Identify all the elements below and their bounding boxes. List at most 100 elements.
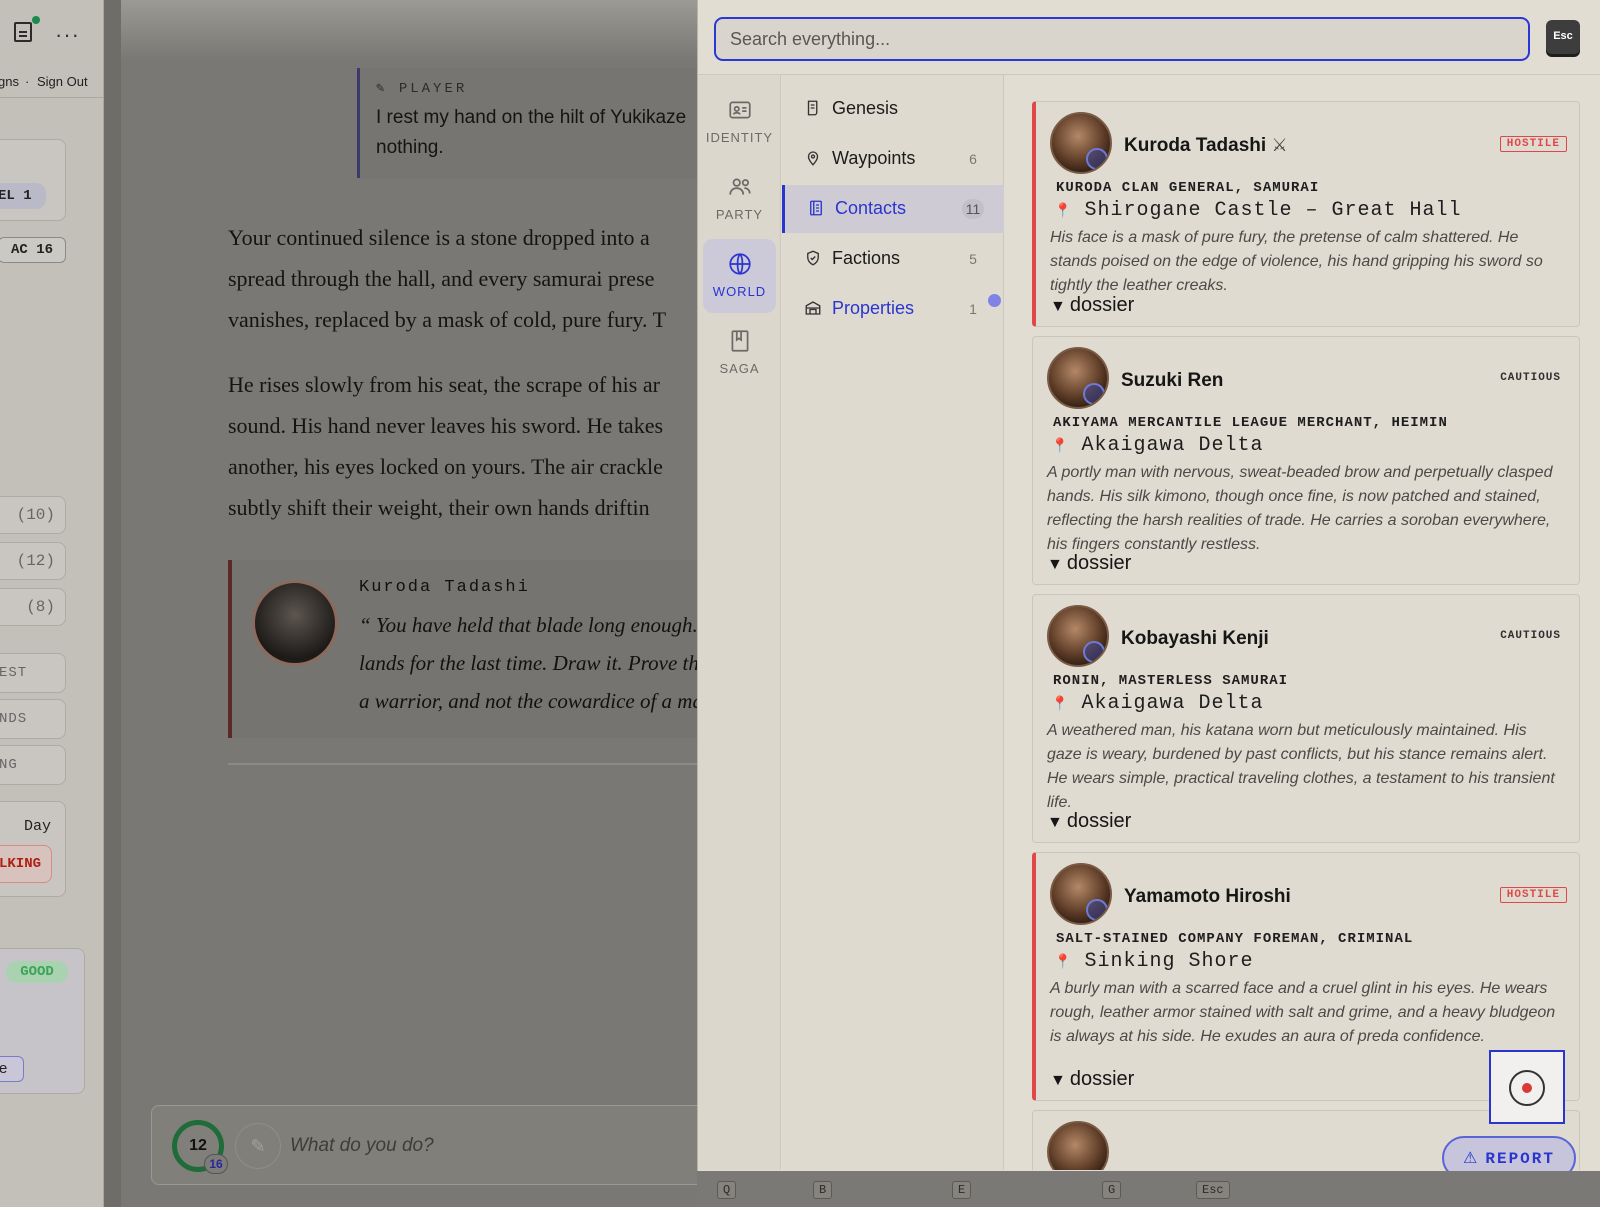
story-line: sound. His hand never leaves his sword. … [228, 413, 664, 438]
location-pin-icon: 📍 [1054, 204, 1073, 220]
subnav-item-waypoints[interactable]: Waypoints 6 [782, 135, 1004, 183]
time-of-day: Day [24, 818, 52, 835]
crossed-swords-icon: ⚔ [1271, 135, 1288, 155]
disposition-badge: CAUTIOUS [1500, 630, 1561, 642]
document-icon[interactable] [14, 22, 32, 42]
dossier-toggle[interactable]: dossier [1047, 552, 1131, 575]
story-divider [228, 763, 708, 765]
contacts-book-icon [810, 200, 822, 216]
story-paragraph: Your continued silence is a stone droppe… [228, 217, 708, 340]
contact-role: SALT-STAINED COMPANY FOREMAN, CRIMINAL [1056, 931, 1414, 947]
armor-class-badge: AC 16 [0, 237, 66, 263]
contact-card[interactable]: Kuroda Tadashi ⚔ HOSTILE KURODA CLAN GEN… [1032, 101, 1580, 327]
contact-name: Yamamoto Hiroshi [1124, 886, 1291, 907]
npc-dialogue: Kuroda Tadashi “ You have held that blad… [228, 560, 708, 738]
contact-avatar[interactable] [1047, 347, 1109, 409]
action-input-bar: 12 16 ✎ [151, 1105, 711, 1185]
contact-name: Kobayashi Kenji [1121, 628, 1269, 649]
subnav-label: Factions [832, 248, 901, 268]
subnav-label: Waypoints [832, 148, 916, 168]
story-paragraph: He rises slowly from his seat, the scrap… [228, 364, 708, 528]
shield-icon [807, 250, 819, 266]
scroll-icon [807, 100, 818, 116]
dossier-toggle[interactable]: dossier [1050, 294, 1134, 317]
reputation-badge: GOOD [6, 961, 68, 983]
contact-card[interactable]: Kobayashi Kenji CAUTIOUS RONIN, MASTERLE… [1032, 594, 1580, 843]
story-line: subtly shift their weight, their own han… [228, 495, 650, 520]
contact-avatar[interactable] [1047, 605, 1109, 667]
dossier-toggle[interactable]: dossier [1047, 810, 1131, 833]
dossier-toggle[interactable]: dossier [1050, 1068, 1134, 1091]
npc-name: Kuroda Tadashi [359, 578, 530, 597]
stat-box[interactable]: (8) [0, 588, 66, 626]
action-input[interactable] [290, 1126, 690, 1166]
scan-button[interactable] [1489, 1050, 1565, 1124]
contact-location: 📍 Akaigawa Delta [1051, 692, 1263, 715]
more-icon[interactable]: ··· [55, 22, 80, 48]
rail-item-party[interactable]: PARTY [703, 162, 776, 236]
rail-label: SAGA [719, 361, 760, 376]
player-text: I rest my hand on the hilt of Yukikaze n… [376, 107, 687, 158]
globe-icon [728, 253, 751, 275]
house-icon [805, 301, 821, 315]
contact-avatar[interactable] [1050, 863, 1112, 925]
shortcut-key: G [1102, 1181, 1122, 1199]
disposition-badge: HOSTILE [1499, 887, 1567, 903]
rail-item-saga[interactable]: SAGA [703, 316, 776, 390]
close-esc-button[interactable]: Esc [1546, 20, 1580, 54]
shortcut-key: B [813, 1181, 833, 1199]
subnav-item-contacts[interactable]: Contacts 11 [782, 185, 1004, 233]
shortcut-key: E [952, 1181, 972, 1199]
subnav-item-properties[interactable]: Properties 1 [782, 285, 1004, 333]
rail-item-world[interactable]: WORLD [703, 239, 776, 313]
contact-location: 📍 Sinking Shore [1054, 950, 1253, 973]
left-sidebar: ··· gns · Sign Out EL 1 AC 16 (10) (12) … [0, 0, 104, 1207]
stat-box[interactable]: (10) [0, 496, 66, 534]
contact-description: A portly man with nervous, sweat-beaded … [1047, 464, 1553, 553]
world-subnav: Genesis Waypoints 6 Contacts 11 Factions… [782, 75, 1004, 1170]
rest-button[interactable]: EST [0, 653, 66, 693]
rail-label: PARTY [715, 207, 764, 222]
report-label: REPORT [1485, 1150, 1555, 1168]
story-line: another, his eyes locked on yours. The a… [228, 454, 663, 479]
location-text: Shirogane Castle – Great Hall [1084, 199, 1462, 222]
campaigns-link[interactable]: gns [0, 74, 19, 89]
search-box [714, 17, 1530, 61]
story-line: He rises slowly from his seat, the scrap… [228, 372, 660, 397]
rail-label: IDENTITY [705, 130, 774, 145]
sign-out-link[interactable]: Sign Out [37, 74, 88, 89]
story-line: vanishes, replaced by a mask of cold, pu… [228, 307, 667, 332]
contact-card[interactable]: Suzuki Ren CAUTIOUS AKIYAMA MERCANTILE L… [1032, 336, 1580, 585]
subnav-label: Genesis [832, 98, 899, 118]
subnav-item-genesis[interactable]: Genesis [782, 85, 1004, 133]
quill-button[interactable]: ✎ [235, 1123, 281, 1169]
map-pin-icon [807, 151, 819, 166]
pen-icon: ✎ [376, 81, 399, 97]
notification-dot [988, 294, 1001, 307]
warning-icon: ⚠ [1463, 1148, 1480, 1167]
npc-avatar[interactable] [252, 580, 338, 666]
search-input[interactable] [716, 19, 1528, 59]
sidebar-tag[interactable]: e [0, 1056, 24, 1082]
subnav-count: 6 [969, 151, 977, 167]
contact-description: A weathered man, his katana worn but met… [1047, 722, 1555, 811]
action-button[interactable]: NG [0, 745, 66, 785]
stat-box[interactable]: (12) [0, 542, 66, 580]
rail-item-identity[interactable]: IDENTITY [703, 85, 776, 159]
users-icon [728, 178, 751, 195]
subnav-label: Properties [832, 298, 915, 318]
subnav-label: Contacts [835, 198, 907, 218]
location-pin-icon: 📍 [1051, 439, 1070, 455]
contact-role: KURODA CLAN GENERAL, SAMURAI [1056, 180, 1320, 196]
contact-avatar[interactable] [1047, 1121, 1109, 1170]
contact-description: His face is a mask of pure fury, the pre… [1050, 229, 1543, 294]
subnav-item-factions[interactable]: Factions 5 [782, 235, 1004, 283]
contact-location: 📍 Shirogane Castle – Great Hall [1054, 199, 1462, 222]
action-button[interactable]: NDS [0, 699, 66, 739]
disposition-badge: CAUTIOUS [1500, 372, 1561, 384]
avatar-status-icon [1083, 383, 1105, 405]
contact-role: RONIN, MASTERLESS SAMURAI [1053, 673, 1289, 689]
search-panel: Esc IDENTITY PARTY WORLD SAGA Genesis Wa… [697, 0, 1600, 1207]
contact-avatar[interactable] [1050, 112, 1112, 174]
sidebar-divider [0, 97, 103, 98]
